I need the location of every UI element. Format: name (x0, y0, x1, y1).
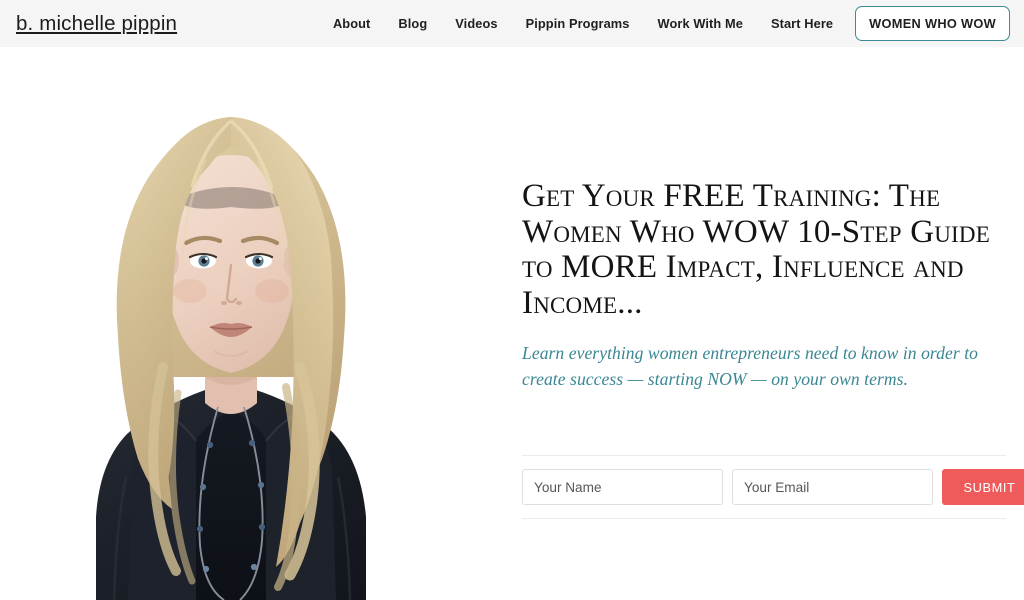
hero-copy: Get Your FREE Training: The Women Who WO… (522, 178, 1006, 392)
hero-headline: Get Your FREE Training: The Women Who WO… (522, 178, 990, 321)
portrait-photo (0, 47, 460, 600)
nav-item-work-with-me[interactable]: Work With Me (644, 0, 757, 47)
nav-item-blog[interactable]: Blog (384, 0, 441, 47)
site-header: b. michelle pippin About Blog Videos Pip… (0, 0, 1024, 47)
nav-cta-women-who-wow[interactable]: WOMEN WHO WOW (855, 6, 1010, 41)
brand-logo[interactable]: b. michelle pippin (16, 12, 177, 36)
hero-subheadline: Learn everything women entrepreneurs nee… (522, 343, 979, 389)
nav-item-videos[interactable]: Videos (441, 0, 511, 47)
nav-item-pippin-programs[interactable]: Pippin Programs (512, 0, 644, 47)
submit-button[interactable]: SUBMIT (942, 469, 1024, 505)
hero-section: B. Michelle Pippin FOUNDER, Women Who WO… (0, 47, 1024, 600)
optin-form: SUBMIT (522, 455, 1024, 519)
name-input[interactable] (522, 469, 723, 505)
nav-item-about[interactable]: About (319, 0, 384, 47)
main-navigation: About Blog Videos Pippin Programs Work W… (319, 0, 1010, 47)
email-input[interactable] (732, 469, 933, 505)
nav-item-start-here[interactable]: Start Here (757, 0, 847, 47)
